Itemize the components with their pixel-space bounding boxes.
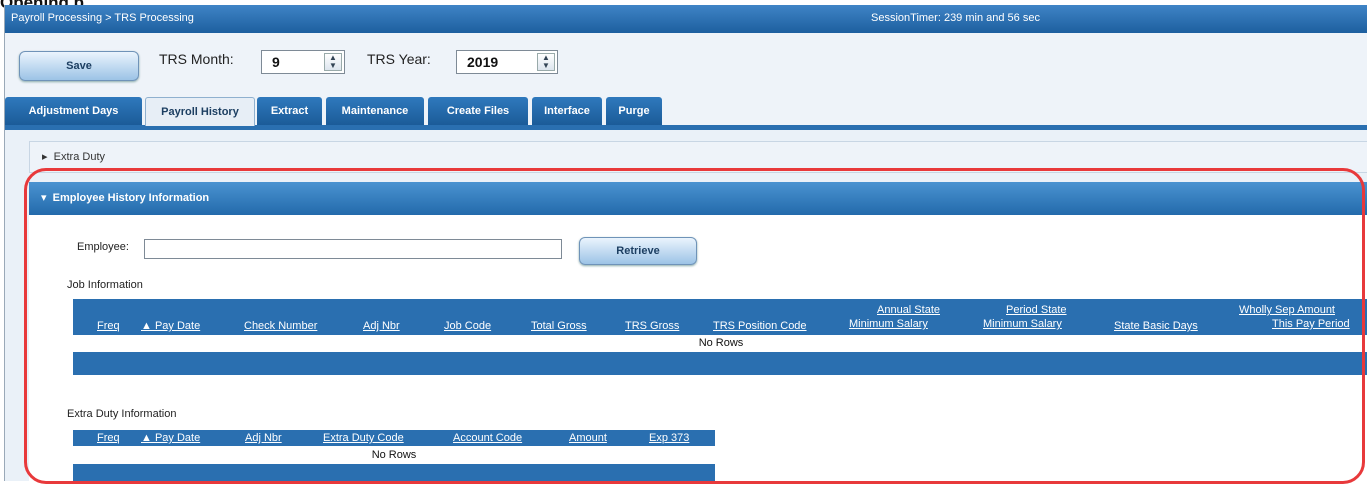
breadcrumb[interactable]: Payroll Processing > TRS Processing: [11, 12, 194, 24]
tab-maintenance[interactable]: Maintenance: [326, 97, 424, 125]
spinner-arrows-icon[interactable]: ▲ ▼: [324, 53, 342, 71]
tab-interface[interactable]: Interface: [532, 97, 602, 125]
job-information-label: Job Information: [67, 279, 143, 291]
col-wholly-sep-line2[interactable]: This Pay Period: [1272, 318, 1350, 330]
tab-create-files[interactable]: Create Files: [428, 97, 528, 125]
extra-duty-grid-no-rows: No Rows: [73, 446, 715, 464]
job-information-grid: Freq ▲ Pay Date Check Number Adj Nbr Job…: [73, 299, 1367, 375]
col-extra-duty-code[interactable]: Extra Duty Code: [323, 432, 404, 444]
trs-month-stepper[interactable]: 9 ▲ ▼: [261, 50, 345, 74]
toolbar: Save TRS Month: 9 ▲ ▼ TRS Year: 2019 ▲ ▼: [5, 33, 1367, 91]
tab-content: ▸ Extra Duty ▾ Employee History Informat…: [5, 130, 1367, 481]
extra-duty-title: Extra Duty: [53, 151, 106, 163]
col-wholly-sep-line1[interactable]: Wholly Sep Amount: [1239, 304, 1335, 316]
employee-history-panel: Employee: Retrieve Job Information Freq …: [29, 215, 1367, 481]
extra-duty-header: ▸ Extra Duty: [42, 150, 105, 163]
col-adj-nbr[interactable]: Adj Nbr: [245, 432, 282, 444]
trs-year-value: 2019: [467, 54, 499, 70]
trs-month-value: 9: [272, 54, 280, 70]
extra-duty-accordion[interactable]: ▸ Extra Duty: [29, 141, 1367, 173]
job-grid-header: Freq ▲ Pay Date Check Number Adj Nbr Job…: [73, 299, 1367, 335]
job-grid-footer: [73, 352, 1367, 375]
col-freq[interactable]: Freq: [97, 432, 120, 444]
col-annual-state-line2[interactable]: Minimum Salary: [849, 318, 928, 330]
tab-purge[interactable]: Purge: [606, 97, 662, 125]
tab-payroll-history[interactable]: Payroll History: [145, 97, 255, 126]
trs-year-label: TRS Year:: [367, 51, 431, 67]
employee-label: Employee:: [77, 241, 129, 253]
tab-strip: Adjustment Days Payroll History Extract …: [5, 91, 1367, 130]
col-trs-gross[interactable]: TRS Gross: [625, 320, 679, 332]
col-period-state-line2[interactable]: Minimum Salary: [983, 318, 1062, 330]
employee-history-header: ▾ Employee History Information: [41, 191, 209, 204]
employee-history-accordion[interactable]: ▾ Employee History Information: [29, 182, 1367, 215]
col-exp-373[interactable]: Exp 373: [649, 432, 689, 444]
job-grid-no-rows: No Rows: [73, 335, 1367, 352]
spinner-arrows-icon[interactable]: ▲ ▼: [537, 53, 555, 71]
expanded-arrow-icon: ▾: [41, 192, 47, 204]
employee-history-title: Employee History Information: [52, 192, 210, 204]
col-pay-date[interactable]: ▲ Pay Date: [141, 432, 200, 444]
tab-adjustment-days[interactable]: Adjustment Days: [5, 97, 142, 125]
tab-extract[interactable]: Extract: [257, 97, 322, 125]
col-trs-position-code[interactable]: TRS Position Code: [713, 320, 807, 332]
employee-input[interactable]: [144, 239, 562, 259]
col-total-gross[interactable]: Total Gross: [531, 320, 587, 332]
extra-duty-grid-header: Freq ▲ Pay Date Adj Nbr Extra Duty Code …: [73, 430, 715, 446]
extra-duty-grid-footer: [73, 464, 715, 481]
trs-month-label: TRS Month:: [159, 51, 234, 67]
trs-year-stepper[interactable]: 2019 ▲ ▼: [456, 50, 558, 74]
col-job-code[interactable]: Job Code: [444, 320, 491, 332]
extra-duty-information-label: Extra Duty Information: [67, 408, 177, 420]
save-button[interactable]: Save: [19, 51, 139, 81]
col-adj-nbr[interactable]: Adj Nbr: [363, 320, 400, 332]
col-period-state-line1[interactable]: Period State: [1006, 304, 1067, 316]
collapsed-arrow-icon: ▸: [42, 151, 48, 163]
application-window: Payroll Processing > TRS Processing Sess…: [4, 5, 1367, 481]
session-timer: SessionTimer: 239 min and 56 sec: [871, 12, 1040, 24]
col-amount[interactable]: Amount: [569, 432, 607, 444]
extra-duty-grid: Freq ▲ Pay Date Adj Nbr Extra Duty Code …: [73, 430, 715, 481]
col-pay-date[interactable]: ▲ Pay Date: [141, 320, 200, 332]
col-freq[interactable]: Freq: [97, 320, 120, 332]
retrieve-button[interactable]: Retrieve: [579, 237, 697, 265]
col-account-code[interactable]: Account Code: [453, 432, 522, 444]
col-state-basic-days[interactable]: State Basic Days: [1114, 320, 1198, 332]
col-annual-state-line1[interactable]: Annual State: [877, 304, 940, 316]
top-bar: Payroll Processing > TRS Processing Sess…: [5, 5, 1367, 33]
col-check-number[interactable]: Check Number: [244, 320, 317, 332]
